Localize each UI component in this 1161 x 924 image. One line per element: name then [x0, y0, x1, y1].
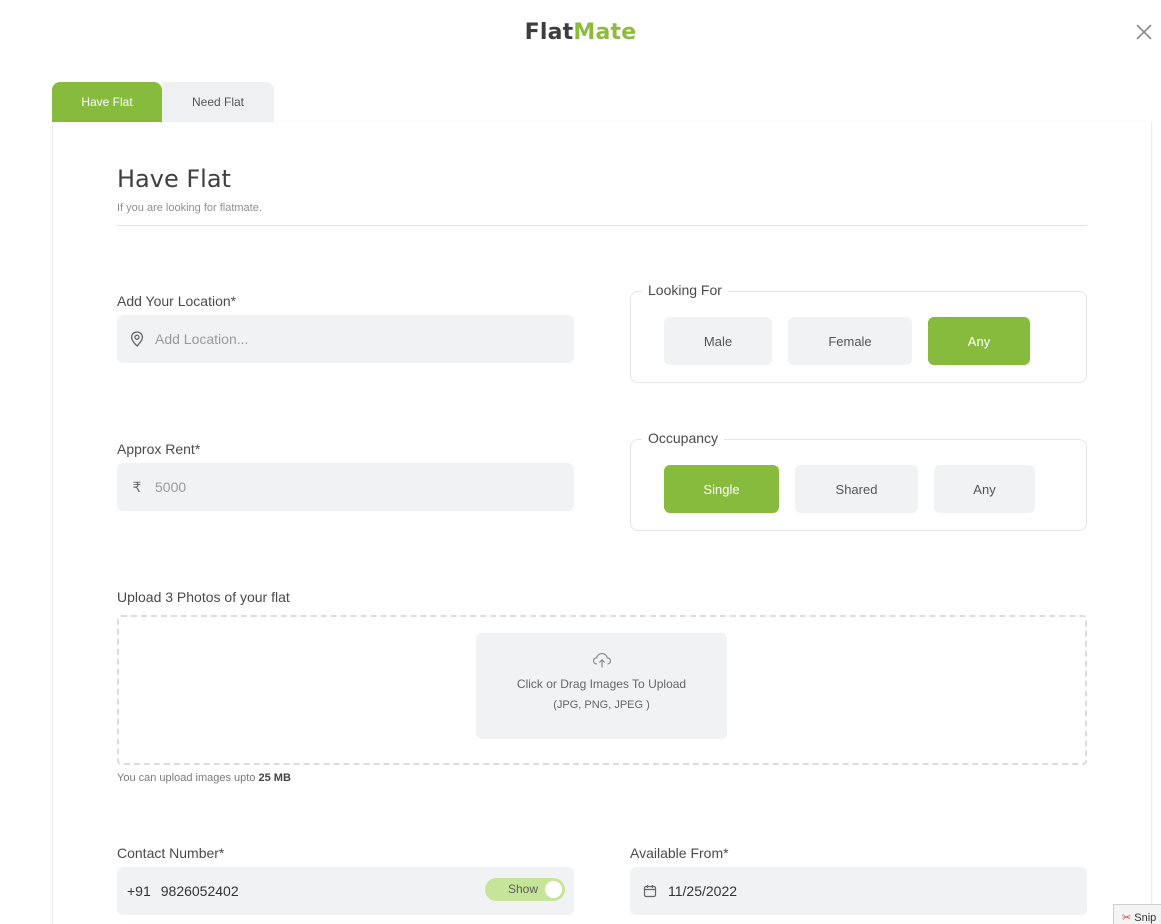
contact-input[interactable] — [160, 883, 461, 899]
looking-for-female-button[interactable]: Female — [788, 317, 912, 365]
map-pin-icon — [129, 331, 145, 347]
page-title: Have Flat — [117, 165, 231, 193]
occupancy-shared-button[interactable]: Shared — [795, 465, 918, 513]
calendar-icon[interactable] — [642, 883, 658, 899]
rent-input[interactable] — [155, 479, 535, 495]
snip-tool-popup[interactable]: ✂ Snip — [1113, 904, 1161, 924]
show-number-toggle[interactable]: Show — [485, 878, 565, 901]
snip-icon: ✂ — [1122, 912, 1132, 924]
header-divider — [117, 225, 1087, 226]
logo-text-mate: Mate — [573, 20, 637, 45]
upload-formats: (JPG, PNG, JPEG ) — [553, 699, 650, 711]
tab-have-flat[interactable]: Have Flat — [52, 82, 162, 122]
location-label: Add Your Location* — [117, 293, 237, 309]
cloud-upload-icon — [476, 651, 727, 671]
occupancy-legend: Occupancy — [642, 430, 725, 446]
available-field[interactable] — [630, 867, 1087, 915]
rupee-icon: ₹ — [132, 478, 142, 495]
tab-need-flat[interactable]: Need Flat — [162, 82, 274, 122]
available-label: Available From* — [630, 845, 729, 861]
occupancy-single-button[interactable]: Single — [664, 465, 779, 513]
upload-button[interactable]: Click or Drag Images To Upload (JPG, PNG… — [476, 633, 727, 739]
snip-label: Snip — [1134, 912, 1157, 924]
toggle-knob — [545, 881, 562, 898]
logo-text-flat: Flat — [524, 20, 574, 45]
upload-limit-prefix: You can upload images upto — [117, 772, 256, 784]
contact-label: Contact Number* — [117, 845, 225, 861]
rent-label: Approx Rent* — [117, 441, 201, 457]
page-subtitle: If you are looking for flatmate. — [117, 202, 262, 214]
location-input[interactable] — [155, 331, 535, 347]
upload-limit-hint: You can upload images upto 25 MB — [117, 772, 291, 784]
occupancy-any-button[interactable]: Any — [934, 465, 1035, 513]
looking-for-male-button[interactable]: Male — [664, 317, 772, 365]
upload-label: Upload 3 Photos of your flat — [117, 589, 290, 605]
close-icon[interactable] — [1133, 21, 1155, 43]
location-field[interactable] — [117, 315, 574, 363]
form-tabs: Have Flat Need Flat — [52, 82, 274, 122]
app-logo: FlatMate — [0, 20, 1161, 45]
upload-instruction: Click or Drag Images To Upload — [516, 677, 687, 691]
rent-field[interactable]: ₹ — [117, 463, 574, 511]
country-code[interactable]: +91 — [127, 883, 151, 899]
looking-for-legend: Looking For — [642, 282, 728, 298]
show-toggle-label: Show — [508, 882, 539, 896]
available-date-input[interactable] — [668, 883, 968, 899]
looking-for-any-button[interactable]: Any — [928, 317, 1030, 365]
upload-limit-value: 25 MB — [258, 772, 291, 784]
